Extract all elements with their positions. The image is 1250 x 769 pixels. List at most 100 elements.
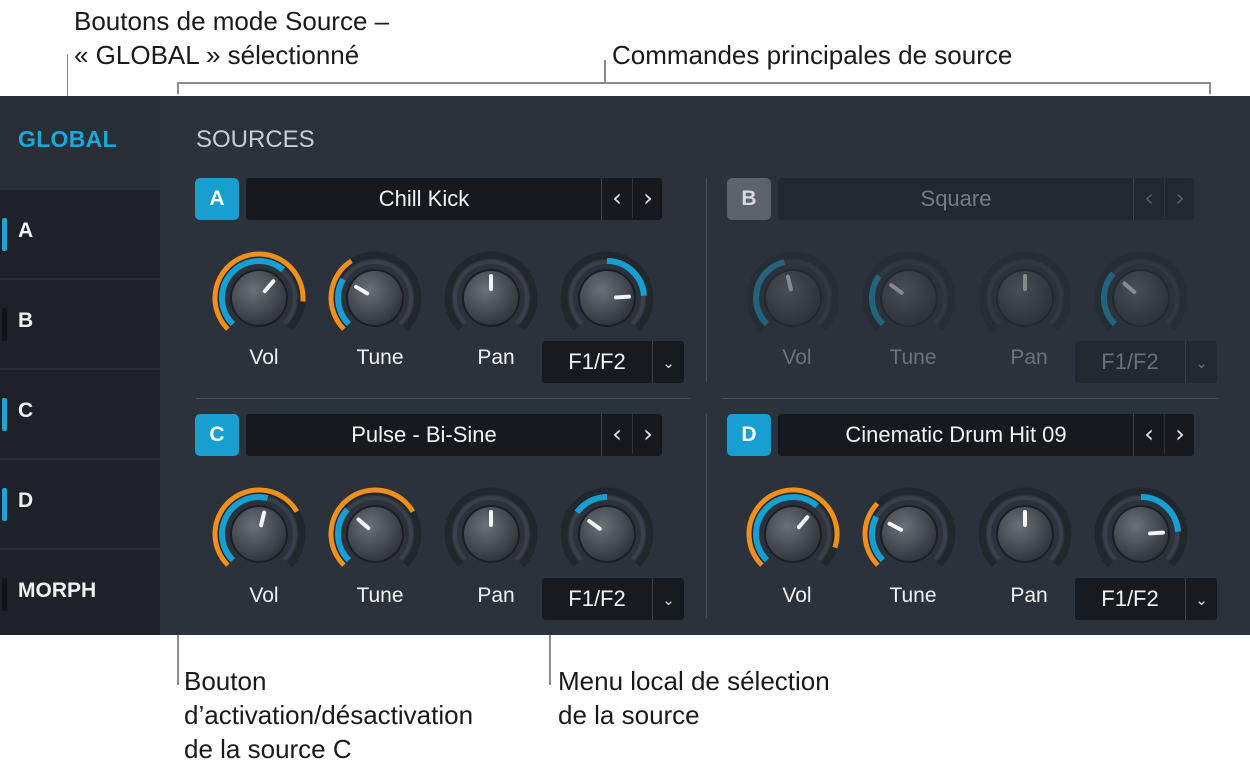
source-c-selector[interactable]: Pulse - Bi-Sine ‹ › bbox=[246, 414, 662, 456]
knob-body bbox=[580, 507, 634, 561]
source-a-pan-knob[interactable] bbox=[441, 248, 541, 348]
vertical-divider-top bbox=[706, 178, 707, 382]
source-a-tune-label: Tune bbox=[356, 346, 404, 369]
source-a-toggle-button[interactable]: A bbox=[195, 178, 239, 220]
knob-graphic bbox=[560, 251, 654, 331]
source-c-arrows: ‹ › bbox=[601, 414, 662, 456]
chevron-right-icon[interactable]: › bbox=[1164, 414, 1195, 454]
knob-body bbox=[766, 271, 820, 325]
source-a-f1f2-knob[interactable] bbox=[557, 248, 657, 348]
knob-pointer bbox=[613, 294, 631, 300]
callout-toggle-c: Bouton d’activation/désactivation de la … bbox=[184, 664, 473, 766]
source-a-morph-value: F1/F2 bbox=[568, 349, 626, 374]
source-d-pan-label: Pan bbox=[1010, 584, 1048, 607]
knob-body bbox=[232, 507, 286, 561]
vertical-divider-bottom bbox=[706, 414, 707, 618]
knob-graphic bbox=[862, 487, 956, 567]
source-b-morph-dropdown[interactable]: F1/F2 ⌄ bbox=[1075, 341, 1217, 383]
global-mode-button[interactable]: GLOBAL bbox=[18, 126, 117, 153]
sidebar-item-morph[interactable]: MORPH bbox=[0, 550, 160, 635]
source-b-f1f2-knob[interactable] bbox=[1091, 248, 1191, 348]
sidebar-item-morph-indicator bbox=[2, 578, 7, 611]
chevron-left-icon[interactable]: ‹ bbox=[1134, 178, 1164, 218]
knob-body bbox=[1114, 271, 1168, 325]
knob-graphic bbox=[746, 487, 840, 567]
source-b-toggle-button[interactable]: B bbox=[727, 178, 771, 220]
source-b-selector[interactable]: Square ‹ › bbox=[778, 178, 1194, 220]
source-d-morph-dropdown[interactable]: F1/F2 ⌄ bbox=[1075, 578, 1217, 620]
knob-body bbox=[348, 271, 402, 325]
source-c-tune-knob[interactable] bbox=[325, 484, 425, 584]
knob-graphic bbox=[862, 251, 956, 331]
source-c-pan-label: Pan bbox=[477, 584, 515, 607]
knob-body bbox=[882, 507, 936, 561]
sidebar-item-b[interactable]: B bbox=[0, 280, 160, 368]
source-c-name: Pulse - Bi-Sine bbox=[351, 422, 497, 447]
source-a-name: Chill Kick bbox=[378, 186, 470, 211]
source-b-arrows: ‹ › bbox=[1133, 178, 1194, 220]
source-d-tune-label: Tune bbox=[889, 584, 937, 607]
source-d-toggle-button[interactable]: D bbox=[727, 414, 771, 456]
chevron-left-icon[interactable]: ‹ bbox=[602, 414, 632, 454]
knob-graphic bbox=[746, 251, 840, 331]
chevron-left-icon[interactable]: ‹ bbox=[602, 178, 632, 218]
callout-toggle-line1: Bouton bbox=[184, 666, 267, 696]
source-d-selector[interactable]: Cinematic Drum Hit 09 ‹ › bbox=[778, 414, 1194, 456]
source-c-morph-value: F1/F2 bbox=[568, 586, 626, 611]
source-c-f1f2-knob[interactable] bbox=[557, 484, 657, 584]
source-b-tune-knob[interactable] bbox=[859, 248, 959, 348]
sidebar-item-b-label: B bbox=[18, 309, 34, 332]
knob-graphic bbox=[560, 487, 654, 567]
chevron-right-icon[interactable]: › bbox=[1164, 178, 1195, 218]
source-a-morph-dropdown[interactable]: F1/F2 ⌄ bbox=[542, 341, 684, 383]
sidebar-item-d[interactable]: D bbox=[0, 460, 160, 548]
source-b-name: Square bbox=[920, 186, 992, 211]
sidebar-item-c[interactable]: C bbox=[0, 370, 160, 458]
source-d-vol-knob[interactable] bbox=[743, 484, 843, 584]
callout-bracket-center bbox=[604, 60, 606, 83]
callout-menu-line2: de la source bbox=[558, 700, 700, 730]
source-c-vol-knob[interactable] bbox=[209, 484, 309, 584]
knob-body bbox=[882, 271, 936, 325]
source-b-morph-value: F1/F2 bbox=[1101, 349, 1159, 374]
source-d-vol-label: Vol bbox=[782, 584, 812, 607]
source-b-pan-knob[interactable] bbox=[975, 248, 1075, 348]
source-a-pan-label: Pan bbox=[477, 346, 515, 369]
knob-graphic bbox=[978, 251, 1072, 331]
chevron-right-icon[interactable]: › bbox=[632, 178, 663, 218]
source-c-toggle-button[interactable]: C bbox=[195, 414, 239, 456]
knob-graphic bbox=[444, 251, 538, 331]
chevron-left-icon[interactable]: ‹ bbox=[1134, 414, 1164, 454]
source-d-tune-knob[interactable] bbox=[859, 484, 959, 584]
knob-graphic bbox=[328, 251, 422, 331]
knob-graphic bbox=[212, 251, 306, 331]
sidebar-item-a[interactable]: A bbox=[0, 190, 160, 278]
knob-graphic bbox=[212, 487, 306, 567]
source-b-tune-label: Tune bbox=[889, 346, 937, 369]
source-a-selector[interactable]: Chill Kick ‹ › bbox=[246, 178, 662, 220]
horizontal-divider-left bbox=[196, 398, 690, 399]
callout-toggle-line2: d’activation/désactivation bbox=[184, 700, 474, 730]
source-a-tune-knob[interactable] bbox=[325, 248, 425, 348]
source-d-morph-value: F1/F2 bbox=[1101, 586, 1159, 611]
source-b-pan-label: Pan bbox=[1010, 346, 1048, 369]
chevron-right-icon[interactable]: › bbox=[632, 414, 663, 454]
knob-body bbox=[766, 507, 820, 561]
source-c-morph-dropdown[interactable]: F1/F2 ⌄ bbox=[542, 578, 684, 620]
source-c-pan-knob[interactable] bbox=[441, 484, 541, 584]
callout-bracket-right bbox=[1209, 82, 1211, 94]
knob-pointer bbox=[1147, 530, 1165, 536]
sidebar-item-c-indicator bbox=[2, 398, 7, 431]
source-b-vol-knob[interactable] bbox=[743, 248, 843, 348]
source-d-pan-knob[interactable] bbox=[975, 484, 1075, 584]
knob-graphic bbox=[1094, 487, 1188, 567]
chevron-down-icon: ⌄ bbox=[652, 578, 684, 620]
callout-main-controls: Commandes principales de source bbox=[612, 40, 1013, 70]
source-d-f1f2-knob[interactable] bbox=[1091, 484, 1191, 584]
knob-graphic bbox=[1094, 251, 1188, 331]
callout-source-menu: Menu local de sélection de la source bbox=[558, 664, 830, 732]
callout-menu-line1: Menu local de sélection bbox=[558, 666, 830, 696]
source-c-tune-label: Tune bbox=[356, 584, 404, 607]
source-a-vol-knob[interactable] bbox=[209, 248, 309, 348]
knob-body bbox=[348, 507, 402, 561]
